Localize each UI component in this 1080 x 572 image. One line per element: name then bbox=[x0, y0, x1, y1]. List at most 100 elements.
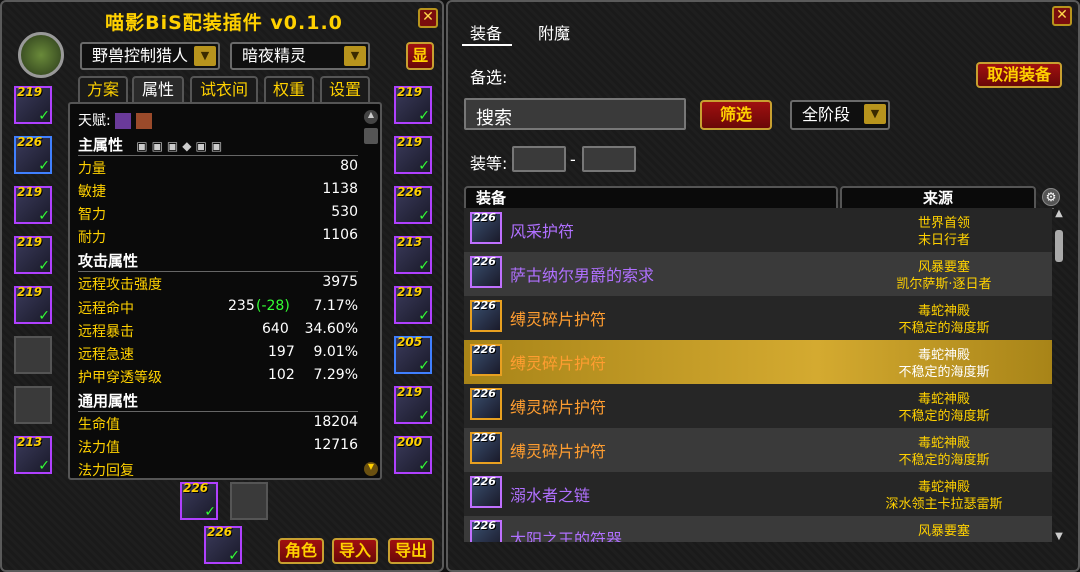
stats-scrollbar[interactable]: ▲ ▼ bbox=[364, 110, 378, 476]
item-source-boss: 不稳定的海度斯 bbox=[898, 453, 990, 468]
tab-plan[interactable]: 方案 bbox=[78, 76, 128, 102]
column-header-source[interactable]: 来源 bbox=[840, 186, 1036, 208]
check-icon: ✓ bbox=[418, 158, 430, 174]
search-input[interactable]: 搜索 bbox=[464, 98, 686, 130]
gear-slot-ring2[interactable]: 205 ✓ bbox=[394, 335, 432, 374]
item-source-boss: 凯尔萨斯·逐日者 bbox=[896, 277, 992, 292]
gear-slot-shirt[interactable] bbox=[14, 336, 52, 374]
stat-health: 生命值 18204 bbox=[78, 414, 358, 436]
import-button[interactable]: 导入 bbox=[332, 538, 378, 564]
list-item[interactable]: 226 太阳之王的符器 风暴要塞 bbox=[464, 516, 1052, 542]
scroll-down-icon[interactable]: ▼ bbox=[1052, 531, 1066, 542]
scroll-up-icon[interactable]: ▲ bbox=[1052, 208, 1066, 219]
item-level: 226 bbox=[473, 387, 496, 400]
race-dropdown-value: 暗夜精灵 bbox=[242, 46, 307, 65]
filter-button[interactable]: 筛选 bbox=[700, 100, 772, 130]
gear-icon[interactable]: ⚙ bbox=[1042, 188, 1060, 206]
item-level: 219 bbox=[397, 285, 423, 299]
gear-slot-shoulder[interactable]: 219 ✓ bbox=[14, 185, 52, 224]
item-level: 219 bbox=[397, 85, 423, 99]
item-icon: 226 bbox=[470, 255, 502, 288]
export-button[interactable]: 导出 bbox=[388, 538, 434, 564]
stats-panel: 天赋: 主属性 ▣▣▣◆▣▣ 力量 80 敏捷 1138 智力 530 耐力 1106 … bbox=[68, 102, 382, 480]
talent-icon[interactable] bbox=[115, 113, 132, 129]
gear-slot-wrist[interactable]: 213 ✓ bbox=[14, 435, 52, 474]
check-icon: ✓ bbox=[38, 208, 50, 224]
close-button[interactable]: ✕ bbox=[418, 8, 438, 28]
stat-label: 生命值 bbox=[78, 417, 120, 433]
chevron-down-icon: ▼ bbox=[194, 46, 216, 66]
unequip-button[interactable]: 取消装备 bbox=[976, 62, 1062, 88]
gear-slot-tabard[interactable] bbox=[14, 386, 52, 424]
chevron-down-icon: ▼ bbox=[344, 46, 366, 66]
list-item[interactable]: 226 缚灵碎片护符 毒蛇神殿 不稳定的海度斯 bbox=[464, 384, 1052, 428]
stat-intellect: 智力 530 bbox=[78, 204, 358, 226]
gear-slot-offhand[interactable] bbox=[230, 482, 268, 520]
stat-mana-regen: 法力回复 bbox=[78, 460, 358, 479]
stat-label: 远程命中 bbox=[78, 301, 134, 317]
stat-label: 护甲穿透等级 bbox=[78, 370, 162, 386]
gear-slot-mainhand[interactable]: 226 ✓ bbox=[180, 481, 218, 520]
list-item[interactable]: 226 萨古纳尔男爵的索求 风暴要塞 凯尔萨斯·逐日者 bbox=[464, 252, 1052, 296]
item-level: 219 bbox=[17, 235, 43, 249]
stat-label: 法力回复 bbox=[78, 463, 134, 479]
scroll-thumb[interactable] bbox=[364, 128, 378, 144]
item-name: 缚灵碎片护符 bbox=[510, 354, 607, 373]
ilvl-min-input[interactable] bbox=[512, 146, 566, 172]
scroll-up-icon[interactable]: ▲ bbox=[364, 110, 378, 124]
gear-slot-ranged[interactable]: 226 ✓ bbox=[204, 525, 242, 564]
list-item-selected[interactable]: 226 缚灵碎片护符 毒蛇神殿 不稳定的海度斯 bbox=[464, 340, 1052, 384]
item-list-scrollbar[interactable]: ▲ ▼ bbox=[1052, 208, 1066, 542]
gear-slot-chest[interactable]: 219 ✓ bbox=[14, 285, 52, 324]
list-item[interactable]: 226 缚灵碎片护符 毒蛇神殿 不稳定的海度斯 bbox=[464, 296, 1052, 340]
phase-dropdown[interactable]: 全阶段 ▼ bbox=[790, 100, 890, 130]
tab-settings[interactable]: 设置 bbox=[320, 76, 370, 102]
gear-slot-trinket1[interactable]: 219 ✓ bbox=[394, 385, 432, 424]
item-picker-window: ✕ 装备 附魔 备选: 取消装备 搜索 筛选 全阶段 ▼ 装等: - 装备 来源… bbox=[446, 0, 1080, 572]
item-level: 226 bbox=[17, 135, 43, 149]
stat-section-attack: 攻击属性 bbox=[78, 250, 358, 272]
item-level: 219 bbox=[397, 385, 423, 399]
tab-stats[interactable]: 属性 bbox=[132, 76, 184, 102]
tab-dressing-room[interactable]: 试衣间 bbox=[190, 76, 258, 102]
ilvl-max-input[interactable] bbox=[582, 146, 636, 172]
character-button[interactable]: 角色 bbox=[278, 538, 324, 564]
spec-dropdown[interactable]: 野兽控制猎人 ▼ bbox=[80, 42, 220, 70]
item-level: 226 bbox=[207, 525, 233, 539]
check-icon: ✓ bbox=[38, 108, 50, 124]
gear-slot-ring1[interactable]: 219 ✓ bbox=[394, 285, 432, 324]
gear-slot-hands[interactable]: 219 ✓ bbox=[394, 85, 432, 124]
gear-slot-back[interactable]: 219 ✓ bbox=[14, 235, 52, 274]
race-dropdown[interactable]: 暗夜精灵 ▼ bbox=[230, 42, 370, 70]
gear-slot-waist[interactable]: 219 ✓ bbox=[394, 135, 432, 174]
column-header-item[interactable]: 装备 bbox=[464, 186, 838, 208]
gear-slot-neck[interactable]: 226 ✓ bbox=[14, 135, 52, 174]
tab-gear[interactable]: 装备 bbox=[470, 20, 502, 44]
list-item[interactable]: 226 风采护符 世界首领 末日行者 bbox=[464, 208, 1052, 252]
stat-label: 远程暴击 bbox=[78, 324, 134, 340]
item-level: 200 bbox=[397, 435, 423, 449]
show-button[interactable]: 显 bbox=[406, 42, 434, 70]
gear-slot-trinket2[interactable]: 200 ✓ bbox=[394, 435, 432, 474]
item-name: 风采护符 bbox=[510, 222, 575, 241]
item-level: 219 bbox=[397, 135, 423, 149]
talent-icon[interactable] bbox=[135, 113, 152, 129]
check-icon: ✓ bbox=[418, 108, 430, 124]
stat-hit-diff: (-28) bbox=[256, 298, 290, 314]
class-portrait-icon[interactable] bbox=[18, 32, 64, 78]
spec-dropdown-value: 野兽控制猎人 bbox=[92, 46, 189, 65]
gear-slot-feet[interactable]: 213 ✓ bbox=[394, 235, 432, 274]
tab-enchant[interactable]: 附魔 bbox=[538, 20, 570, 44]
gear-slot-legs[interactable]: 226 ✓ bbox=[394, 185, 432, 224]
item-level: 219 bbox=[17, 85, 43, 99]
tab-weights[interactable]: 权重 bbox=[264, 76, 314, 102]
close-button[interactable]: ✕ bbox=[1052, 6, 1072, 26]
stat-value: 235 bbox=[228, 298, 255, 314]
scroll-thumb[interactable] bbox=[1055, 230, 1063, 262]
gear-slot-head[interactable]: 219 ✓ bbox=[14, 85, 52, 124]
stat-value: 80 bbox=[340, 158, 358, 174]
scroll-down-icon[interactable]: ▼ bbox=[364, 462, 378, 476]
list-item[interactable]: 226 缚灵碎片护符 毒蛇神殿 不稳定的海度斯 bbox=[464, 428, 1052, 472]
check-icon: ✓ bbox=[418, 208, 430, 224]
list-item[interactable]: 226 溺水者之链 毒蛇神殿 深水领主卡拉瑟雷斯 bbox=[464, 472, 1052, 516]
